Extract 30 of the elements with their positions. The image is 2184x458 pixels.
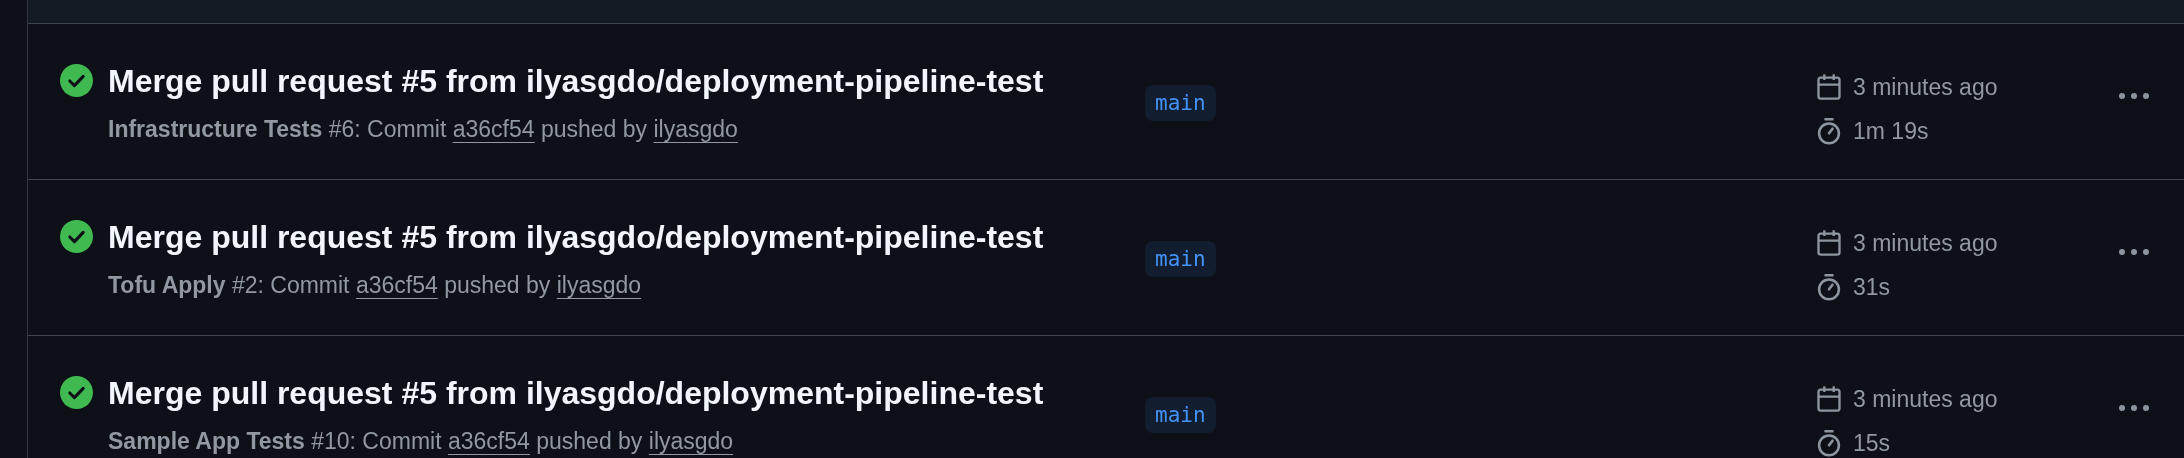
run-duration: 15s [1853,429,1891,458]
calendar-icon [1815,384,1843,414]
branch-label[interactable]: main [1145,241,1216,277]
actor-link[interactable]: ilyasgdo [556,272,642,298]
commit-link[interactable]: a36cf54 [452,116,535,142]
calendar-icon [1815,228,1843,258]
calendar-icon [1815,72,1843,102]
run-description: Infrastructure Tests #6: Commit a36cf54 pushed by ilyasgdo [108,115,739,144]
started-time: 3 minutes ago [1853,229,1998,258]
ellipsis-icon [2118,404,2150,412]
started-time: 3 minutes ago [1853,385,1998,414]
run-duration: 31s [1853,273,1891,302]
started-time: 3 minutes ago [1853,73,1998,102]
commit-link[interactable]: a36cf54 [355,272,438,298]
actor-link[interactable]: ilyasgdo [653,116,738,142]
branch-label[interactable]: main [1145,85,1216,121]
run-description: Tofu Apply #2: Commit a36cf54 pushed by ilyasgdo [108,271,643,300]
run-title-link[interactable]: Merge pull request #5 from ilyasgdo/deployment-pipeline-test [108,62,1044,100]
run-duration: 1m 19s [1853,117,1929,146]
ellipsis-icon [2118,248,2150,256]
run-title-link[interactable]: Merge pull request #5 from ilyasgdo/deployment-pipeline-test [108,218,1044,256]
stopwatch-icon [1815,272,1843,302]
run-title-link[interactable]: Merge pull request #5 from ilyasgdo/deployment-pipeline-test [108,374,1044,412]
stopwatch-icon [1815,428,1843,458]
branch-label[interactable]: main [1145,397,1216,433]
stopwatch-icon [1815,116,1843,146]
run-description: Sample App Tests #10: Commit a36cf54 pushed by ilyasgdo [108,427,735,456]
actor-link[interactable]: ilyasgdo [648,428,734,454]
ellipsis-icon [2118,92,2150,100]
commit-link[interactable]: a36cf54 [448,428,530,454]
